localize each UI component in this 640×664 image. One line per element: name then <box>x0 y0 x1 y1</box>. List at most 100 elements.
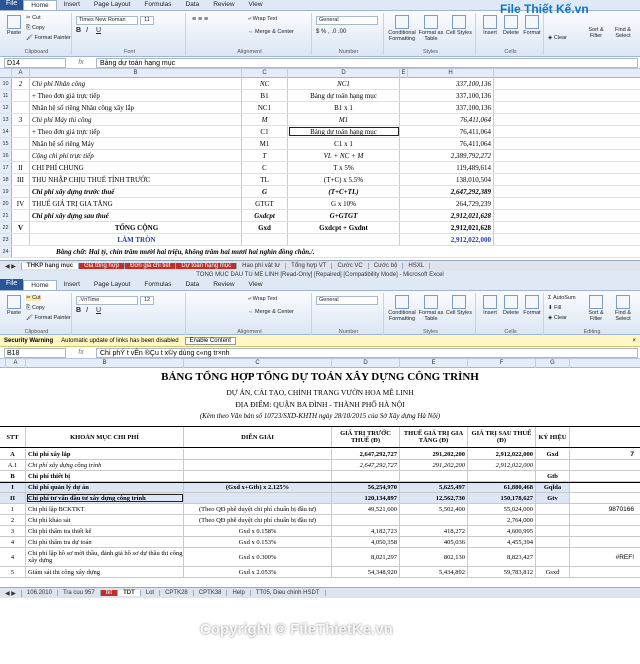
cell-c[interactable]: Gxdcpt <box>242 210 288 221</box>
cell-b[interactable]: Chi phí Nhân công <box>30 78 242 89</box>
row-number[interactable]: 20 <box>0 198 12 209</box>
cell-stt[interactable]: I <box>0 483 26 492</box>
cell-sym[interactable] <box>536 515 570 525</box>
cell-c[interactable]: NC <box>242 78 288 89</box>
sheet-nav-arrows[interactable]: ◀ ▶ <box>0 589 22 597</box>
cell-c[interactable]: C <box>242 162 288 173</box>
sheet-tab[interactable]: HSXL <box>403 263 431 269</box>
cell-g[interactable] <box>570 567 636 577</box>
cell-a[interactable]: III <box>12 174 30 185</box>
bold-button-2[interactable]: B <box>76 307 81 314</box>
cell-d[interactable]: (T+C+TL) <box>288 186 400 197</box>
tab-home[interactable]: Home <box>23 280 57 290</box>
tab-view[interactable]: View <box>242 280 270 290</box>
cell-b[interactable]: Chi phí xây dựng sau thuế <box>30 210 242 221</box>
copy-button[interactable]: ⎘ Copy <box>26 25 45 31</box>
cell-explain[interactable]: Gxd x 0.300% <box>184 548 332 566</box>
cell-before[interactable]: 56,254,970 <box>332 483 400 492</box>
cell-sym[interactable] <box>536 460 570 470</box>
sheet-tab[interactable]: Giá tổng hợp <box>79 263 126 269</box>
tab-formulas[interactable]: Formulas <box>137 0 178 10</box>
number-buttons[interactable]: $ % , .0 .00 <box>316 29 346 35</box>
cell-sym[interactable]: Gsxd <box>536 567 570 577</box>
merge-center-button[interactable]: ⇔ Merge & Center <box>248 29 294 35</box>
cell-item[interactable]: Chi phí thẩm tra thiết kế <box>26 526 184 536</box>
cell-a[interactable] <box>12 210 30 221</box>
cell-g[interactable] <box>570 483 636 492</box>
fx-icon-2[interactable]: fx <box>66 349 96 356</box>
format-as-table-button[interactable]: Format as Table <box>418 15 444 42</box>
cell-after[interactable]: 4,455,394 <box>468 537 536 547</box>
sheet-tab[interactable]: Dự toán hạng mục <box>176 263 238 269</box>
cell-styles-button-2[interactable]: Cell Styles <box>446 295 472 316</box>
clear-button[interactable]: ◈ Clear <box>548 35 567 41</box>
cell-item[interactable]: Chi phí khảo sát <box>26 515 184 525</box>
paste-button-2[interactable]: Paste <box>4 295 24 316</box>
row-number[interactable]: 16 <box>0 150 12 161</box>
cell-after[interactable]: 8,823,427 <box>468 548 536 566</box>
cell-after[interactable] <box>468 471 536 481</box>
col-header[interactable]: C <box>184 359 332 368</box>
cell-a[interactable]: II <box>12 162 30 173</box>
tab-view[interactable]: View <box>242 0 270 10</box>
cell-h[interactable]: 76,411,064 <box>408 138 494 149</box>
cell-before[interactable] <box>332 515 400 525</box>
tab-page-layout[interactable]: Page Layout <box>87 280 138 290</box>
cell-vat[interactable]: 5,625,497 <box>400 483 468 492</box>
cell-after[interactable]: 150,178,627 <box>468 493 536 503</box>
copy-button-2[interactable]: ⎘ Copy <box>26 305 45 311</box>
cell-explain[interactable]: Gxd x 0.158% <box>184 526 332 536</box>
cell-explain[interactable] <box>184 460 332 470</box>
cell-d[interactable]: VL + NC + M <box>288 150 400 161</box>
row-number[interactable]: 15 <box>0 138 12 149</box>
cell-explain[interactable] <box>184 449 332 459</box>
cell-before[interactable]: 2,647,292,727 <box>332 449 400 459</box>
italic-button-2[interactable]: I <box>86 307 88 314</box>
col-header[interactable]: E <box>400 69 408 78</box>
tab-formulas[interactable]: Formulas <box>137 280 178 290</box>
cell-stt[interactable]: 2 <box>0 515 26 525</box>
cell-g[interactable] <box>570 493 636 503</box>
cell-b[interactable]: Cộng chi phí trực tiếp <box>30 150 242 161</box>
row-number[interactable]: 21 <box>0 210 12 221</box>
underline-button[interactable]: U <box>96 27 101 34</box>
cell-vat[interactable]: 418,272 <box>400 526 468 536</box>
cell-c[interactable]: M <box>242 114 288 125</box>
cell-d[interactable] <box>288 234 400 245</box>
col-header[interactable]: D <box>332 359 400 368</box>
cell-c[interactable]: T <box>242 150 288 161</box>
cell-h[interactable]: 2,647,292,389 <box>408 186 494 197</box>
cell-d[interactable]: T x 5% <box>288 162 400 173</box>
cell-b[interactable]: TỔNG CỘNG <box>30 222 242 233</box>
cell-vat[interactable]: 291,202,200 <box>400 449 468 459</box>
cell-c[interactable]: C1 <box>242 126 288 137</box>
conditional-formatting-button[interactable]: Conditional Formatting <box>388 15 416 42</box>
sheet-tab[interactable]: Hao phí vật tư <box>237 263 287 269</box>
sheet-tab[interactable]: CPTK28 <box>160 590 194 596</box>
cell-sym[interactable]: Gtv <box>536 493 570 503</box>
cell-item[interactable]: Chi phí quản lý dự án <box>26 483 184 492</box>
format-as-table-button-2[interactable]: Format as Table <box>418 295 444 322</box>
cell-d[interactable]: Bảng dự toán hạng mục <box>288 90 400 101</box>
col-header[interactable]: B <box>30 69 242 78</box>
cell-styles-button[interactable]: Cell Styles <box>446 15 472 36</box>
cell-before[interactable]: 4,050,358 <box>332 537 400 547</box>
cell-d[interactable]: NC1 <box>288 78 400 89</box>
formula-input-2[interactable]: Chi phÝ t­ vÊn ®Çu t­ x©y dùng c«ng tr×n… <box>96 347 638 358</box>
cut-button[interactable]: ✂ Cut <box>26 15 41 21</box>
sheet-tab[interactable]: TDT <box>118 590 141 596</box>
cell-h[interactable]: 76,411,064 <box>408 126 494 137</box>
format-cells-button[interactable]: Format <box>522 15 542 36</box>
col-header[interactable]: C <box>242 69 288 78</box>
delete-cells-button-2[interactable]: Delete <box>501 295 521 316</box>
col-header[interactable]: E <box>400 359 468 368</box>
clear-button-2[interactable]: ◈ Clear <box>548 315 567 321</box>
tab-review[interactable]: Review <box>206 0 241 10</box>
sheet-tab[interactable]: CPTK38 <box>194 590 228 596</box>
cell-g[interactable]: #REF! <box>570 548 636 566</box>
bold-button[interactable]: B <box>76 27 81 34</box>
cell-stt[interactable]: A.1 <box>0 460 26 470</box>
cell-c[interactable]: GTGT <box>242 198 288 209</box>
cell-a[interactable]: IV <box>12 198 30 209</box>
row-number[interactable]: 14 <box>0 126 12 137</box>
